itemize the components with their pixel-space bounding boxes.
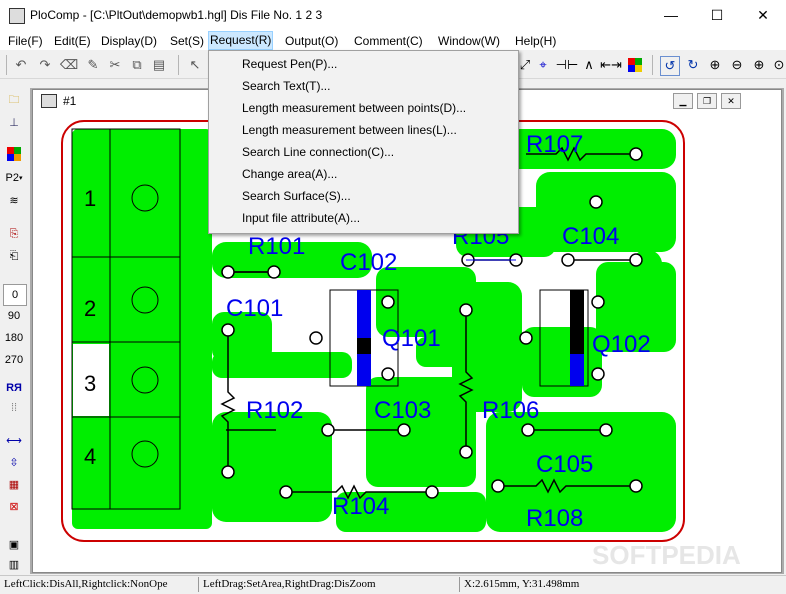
angle-icon[interactable]: ∧	[580, 56, 598, 74]
menu-item-change-area[interactable]: Change area(A)...	[242, 163, 337, 185]
label-q101: Q101	[382, 325, 441, 352]
print-icon[interactable]: ▣	[3, 534, 25, 554]
pad-1-label: 1	[84, 186, 96, 211]
label-r102: R102	[246, 397, 303, 424]
maximize-button[interactable]: ☐	[694, 0, 740, 30]
watermark: SOFTPEDIA	[592, 540, 741, 568]
left-toolbar: 🗀 ⊥ P2 ▾ ≋ ⎘ ⎗ 0 90 180 270 RЯ ⁞⁞ ⟷ ⇳ ▦ ⊠…	[0, 88, 28, 574]
child-minimize-button[interactable]: ▁	[673, 93, 693, 109]
menu-window[interactable]: Window(W)	[437, 32, 501, 50]
angle-0-button[interactable]: 0	[3, 284, 27, 306]
child-title: #1	[63, 94, 77, 108]
status-click-hint: LeftClick:DisAll,Rightclick:NonOpe	[4, 578, 168, 590]
menu-item-input-file-attribute[interactable]: Input file attribute(A)...	[242, 207, 360, 229]
color-grid-icon[interactable]	[3, 144, 25, 164]
label-c105: C105	[536, 451, 593, 478]
menu-item-length-points[interactable]: Length measurement between points(D)...	[242, 97, 466, 119]
child-restore-button[interactable]: ❐	[697, 93, 717, 109]
cut-icon[interactable]: ✂	[106, 56, 124, 74]
dimension-icon[interactable]: ⊣⊢	[556, 56, 579, 74]
color-palette-icon[interactable]	[626, 56, 644, 74]
crosshair-icon[interactable]: ⌖	[534, 56, 552, 74]
menu-request[interactable]: Request(R)	[208, 31, 274, 50]
menu-item-length-lines[interactable]: Length measurement between lines(L)...	[242, 119, 457, 141]
zoom-out-icon[interactable]: ⊖	[728, 56, 746, 74]
pen-stand-icon[interactable]: ⊥	[3, 112, 25, 132]
menu-item-search-line-connection[interactable]: Search Line connection(C)...	[242, 141, 394, 163]
angle-180-button[interactable]: 180	[3, 328, 25, 348]
label-r108: R108	[526, 505, 583, 532]
menu-set[interactable]: Set(S)	[169, 32, 205, 50]
copy-page-icon[interactable]: ⎘	[3, 224, 25, 244]
menu-file[interactable]: File(F)	[7, 32, 44, 50]
label-r106: R106	[482, 397, 539, 424]
child-close-button[interactable]: ✕	[721, 93, 741, 109]
surface-icon[interactable]: ▦	[3, 474, 25, 494]
zoom-fit-icon[interactable]: ⊕	[706, 56, 724, 74]
pad-2-label: 2	[84, 296, 96, 321]
open-folder-icon[interactable]: 🗀	[3, 90, 25, 110]
fit-width-icon[interactable]: ⇤⇥	[600, 56, 622, 74]
dots-grid-icon[interactable]: ⁞⁞	[3, 398, 25, 418]
window-title: PloComp - [C:\PltOut\demopwb1.hgl] Dis F…	[30, 8, 323, 22]
close-button[interactable]: ✕	[740, 0, 786, 30]
zoom-in-icon[interactable]: ⊕	[750, 56, 768, 74]
label-q102: Q102	[592, 331, 651, 358]
child-window-icon[interactable]	[41, 94, 57, 108]
menu-item-search-surface[interactable]: Search Surface(S)...	[242, 185, 351, 207]
paste-page-icon[interactable]: ⎗	[3, 246, 25, 266]
label-c103: C103	[374, 397, 431, 424]
menu-edit[interactable]: Edit(E)	[53, 32, 92, 50]
rotate-left-icon[interactable]: ↺	[660, 56, 680, 76]
paste-icon[interactable]: ▤	[150, 56, 168, 74]
pad-3-label: 3	[84, 371, 96, 396]
title-bar: PloComp - [C:\PltOut\demopwb1.hgl] Dis F…	[0, 0, 786, 30]
q101-mark	[357, 338, 371, 354]
pad-4-label: 4	[84, 444, 96, 469]
status-coordinates: X:2.615mm, Y:31.498mm	[459, 577, 579, 592]
toolbar-separator	[652, 55, 653, 75]
measure-h-icon[interactable]: ⟷	[3, 430, 25, 450]
menu-item-request-pen[interactable]: Request Pen(P)...	[242, 53, 337, 75]
pen-label: P2	[5, 172, 19, 184]
menu-item-search-text[interactable]: Search Text(T)...	[242, 75, 330, 97]
menu-bar: File(F) Edit(E) Display(D) Set(S) Reques…	[0, 30, 786, 50]
menu-comment[interactable]: Comment(C)	[353, 32, 424, 50]
menu-help[interactable]: Help(H)	[514, 32, 557, 50]
rotate-right-icon[interactable]: ↻	[684, 56, 702, 74]
chevron-down-icon: ▾	[18, 175, 23, 182]
q102-mark	[570, 290, 584, 354]
measure-v-icon[interactable]: ⇳	[3, 452, 25, 472]
select-pointer-icon[interactable]: ↖	[186, 56, 204, 74]
eraser-icon[interactable]: ⌫	[60, 56, 78, 74]
delete-area-icon[interactable]: ⊠	[3, 496, 25, 516]
export-icon[interactable]: ▥	[3, 554, 25, 574]
request-dropdown-menu: Request Pen(P)... Search Text(T)... Leng…	[208, 50, 519, 234]
label-c101: C101	[226, 295, 283, 322]
label-r107: R107	[526, 131, 583, 158]
undo-icon[interactable]: ↶	[12, 56, 30, 74]
angle-270-button[interactable]: 270	[3, 350, 25, 370]
status-drag-hint: LeftDrag:SetArea,RightDrag:DisZoom	[198, 577, 376, 592]
menu-output[interactable]: Output(O)	[284, 32, 339, 50]
toolbar-separator	[6, 55, 7, 75]
layers-icon[interactable]: ≋	[3, 190, 25, 210]
app-icon[interactable]	[9, 8, 25, 24]
label-c102: C102	[340, 249, 397, 276]
status-bar: LeftClick:DisAll,Rightclick:NonOpe LeftD…	[0, 575, 786, 594]
menu-display[interactable]: Display(D)	[100, 32, 158, 50]
zoom-extra-icon[interactable]: ⊙	[770, 56, 786, 74]
redo-icon[interactable]: ↷	[36, 56, 54, 74]
toolbar-separator	[178, 55, 179, 75]
label-r101: R101	[248, 233, 305, 260]
mirror-text-icon[interactable]: RЯ	[3, 378, 25, 398]
label-r104: R104	[332, 493, 389, 520]
pen-select-dropdown[interactable]: P2 ▾	[3, 168, 25, 188]
pen-draw-icon[interactable]: ✎	[84, 56, 102, 74]
label-c104: C104	[562, 223, 619, 250]
copy-icon[interactable]: ⧉	[128, 56, 146, 74]
minimize-button[interactable]: —	[648, 0, 694, 30]
angle-90-button[interactable]: 90	[3, 306, 25, 326]
